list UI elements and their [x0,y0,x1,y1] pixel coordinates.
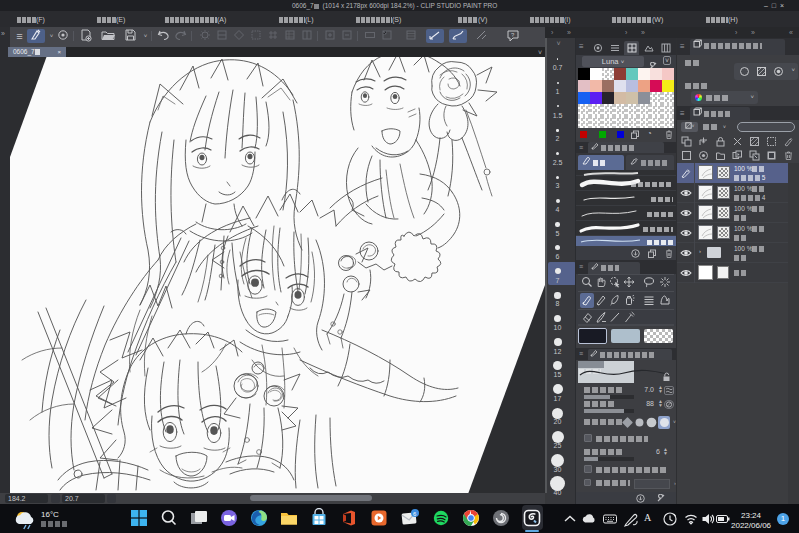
svg-text:?: ? [511,32,515,38]
